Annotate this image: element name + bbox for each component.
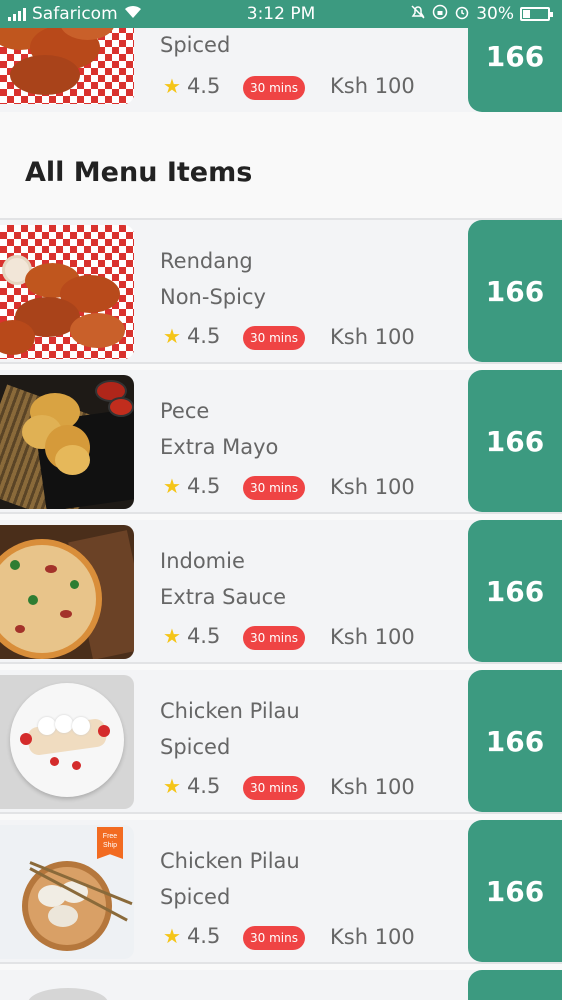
time-badge: 30 mins xyxy=(243,476,305,500)
item-name: Indomie xyxy=(160,549,245,573)
list-item[interactable]: Rendang Non-Spicy ★ 4.5 30 mins Ksh 100 … xyxy=(0,220,562,364)
food-image xyxy=(28,988,108,1000)
rating-value: 4.5 xyxy=(186,624,221,648)
item-name: Rendang xyxy=(160,249,253,273)
wifi-icon xyxy=(124,5,142,23)
free-ship-label: Free Ship xyxy=(102,833,118,849)
order-button[interactable] xyxy=(468,970,562,1000)
battery-icon xyxy=(520,7,553,21)
section-title: All Menu Items xyxy=(25,157,253,188)
order-button[interactable]: 166 xyxy=(468,520,562,662)
time-badge: 30 mins xyxy=(243,926,305,950)
order-button[interactable]: 166 xyxy=(468,670,562,812)
list-item-partial[interactable] xyxy=(0,970,562,1000)
rating: ★ 4.5 xyxy=(163,74,220,98)
free-ship-badge: Free Ship xyxy=(97,827,123,859)
battery-percent: 30% xyxy=(476,4,514,24)
item-price: Ksh 100 xyxy=(330,74,415,98)
rating: ★ 4.5 xyxy=(163,324,220,348)
status-time: 3:12 PM xyxy=(246,4,316,24)
item-price: Ksh 100 xyxy=(330,325,415,349)
rating: ★ 4.5 xyxy=(163,774,220,798)
fried-chicken-image xyxy=(0,375,134,509)
item-name: Chicken Pilau xyxy=(160,849,300,873)
star-icon: ★ xyxy=(163,74,181,98)
rotation-lock-icon xyxy=(432,4,448,24)
star-icon: ★ xyxy=(163,924,181,948)
mute-bell-icon xyxy=(410,4,426,24)
item-price: Ksh 100 xyxy=(330,475,415,499)
time-badge: 30 mins xyxy=(243,326,305,350)
rating-value: 4.5 xyxy=(186,474,221,498)
rating: ★ 4.5 xyxy=(163,924,220,948)
star-icon: ★ xyxy=(163,624,181,648)
rating-value: 4.5 xyxy=(186,324,221,348)
chicken-wings-image xyxy=(0,225,134,359)
time-badge: 30 mins xyxy=(243,776,305,800)
item-variant: Spiced xyxy=(160,735,231,759)
star-icon: ★ xyxy=(163,324,181,348)
item-variant: Extra Sauce xyxy=(160,585,287,609)
order-button[interactable]: 166 xyxy=(468,220,562,362)
list-item[interactable]: Chicken Pilau Spiced ★ 4.5 30 mins Ksh 1… xyxy=(0,670,562,814)
time-badge: 30 mins xyxy=(243,626,305,650)
list-item[interactable]: Free Ship Chicken Pilau Spiced ★ 4.5 30 … xyxy=(0,820,562,964)
item-price: Ksh 100 xyxy=(330,925,415,949)
item-variant: Spiced xyxy=(160,33,231,57)
item-variant: Spiced xyxy=(160,885,231,909)
order-button[interactable]: 166 xyxy=(468,820,562,962)
item-name: Chicken Pilau xyxy=(160,699,300,723)
status-bar: Safaricom 3:12 PM 30% xyxy=(0,0,562,28)
item-variant: Non-Spicy xyxy=(160,285,266,309)
list-item[interactable]: Pece Extra Mayo ★ 4.5 30 mins Ksh 100 16… xyxy=(0,370,562,514)
order-button[interactable]: 166 xyxy=(468,370,562,512)
item-name: Pece xyxy=(160,399,210,423)
signal-icon xyxy=(8,7,26,21)
alarm-icon xyxy=(454,4,470,24)
rating: ★ 4.5 xyxy=(163,624,220,648)
rating-value: 4.5 xyxy=(186,74,221,98)
item-price: Ksh 100 xyxy=(330,775,415,799)
star-icon: ★ xyxy=(163,474,181,498)
carrier-name: Safaricom xyxy=(32,4,118,24)
dumplings-image: Free Ship xyxy=(0,825,134,959)
star-icon: ★ xyxy=(163,774,181,798)
list-item[interactable]: Indomie Extra Sauce ★ 4.5 30 mins Ksh 10… xyxy=(0,520,562,664)
rating-value: 4.5 xyxy=(186,924,221,948)
pizza-image xyxy=(0,525,134,659)
item-variant: Extra Mayo xyxy=(160,435,279,459)
crepes-image xyxy=(0,675,134,809)
item-price: Ksh 100 xyxy=(330,625,415,649)
time-badge: 30 mins xyxy=(243,76,305,100)
rating-value: 4.5 xyxy=(186,774,221,798)
rating: ★ 4.5 xyxy=(163,474,220,498)
